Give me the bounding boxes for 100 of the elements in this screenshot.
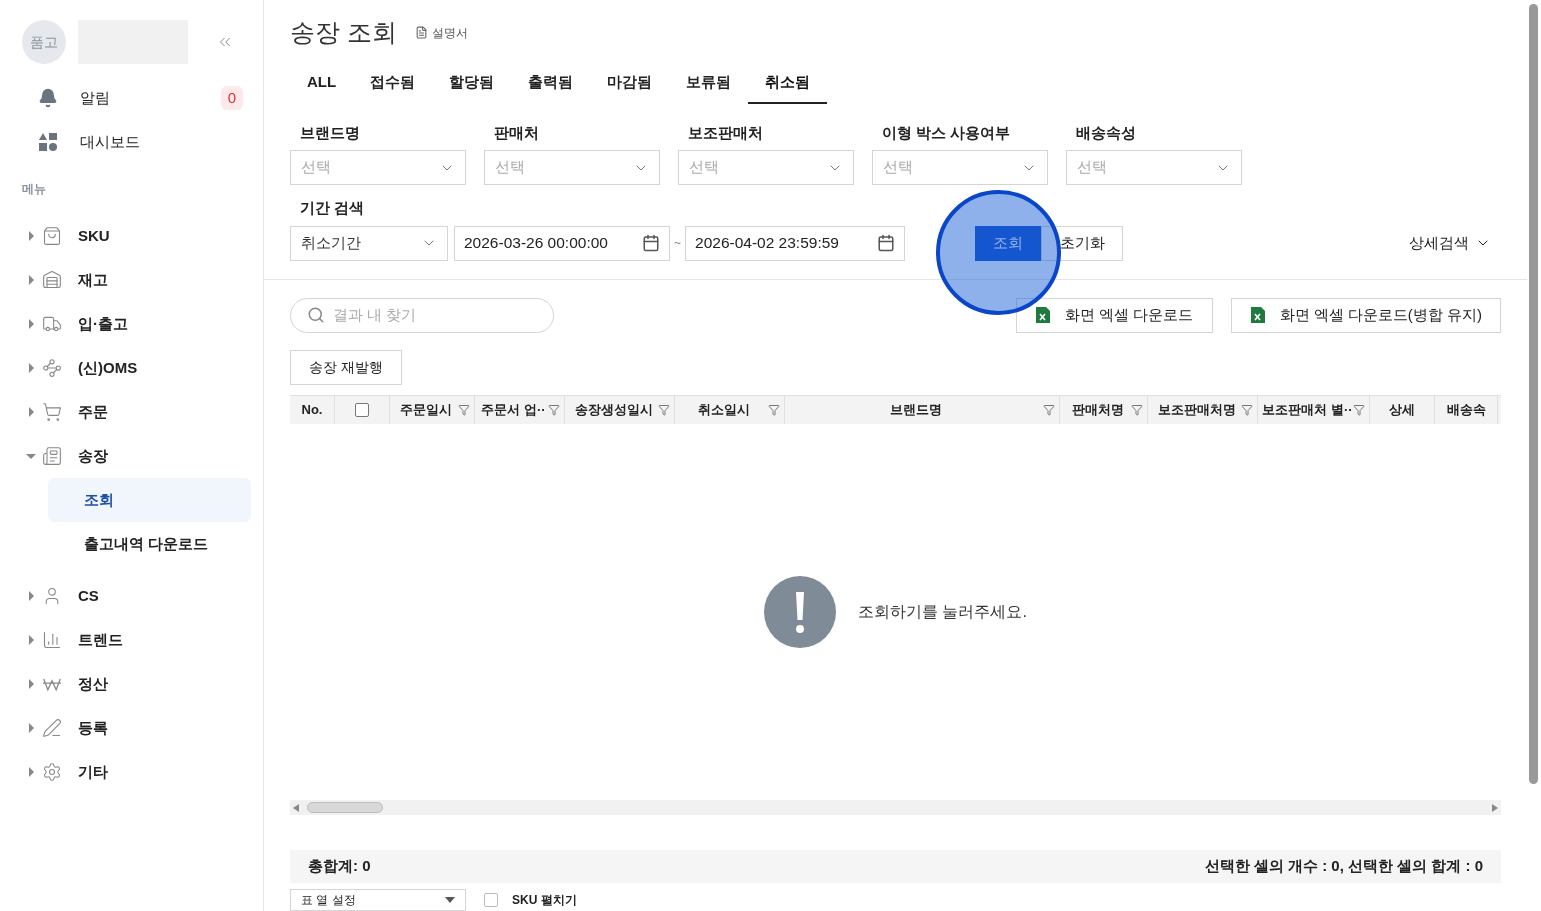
- menu-item[interactable]: 재고: [78, 268, 108, 292]
- caret-icon: [445, 897, 455, 903]
- menu-icon: [42, 226, 62, 246]
- empty-message: 조회하기를 눌러주세요.: [858, 601, 1027, 622]
- total-sum: 총합계: 0: [308, 856, 371, 877]
- manual-link[interactable]: 설명서: [431, 23, 468, 42]
- menu-icon: [42, 446, 62, 466]
- column-header[interactable]: 보조판매처명: [1148, 395, 1258, 424]
- section-label: 메뉴: [22, 181, 47, 198]
- menu-item[interactable]: 트렌드: [78, 628, 123, 652]
- menu-icon: [42, 358, 62, 378]
- filter-label: 이형 박스 사용여부: [882, 122, 1012, 143]
- range-separator: ~: [674, 235, 681, 252]
- column-header[interactable]: 배송속: [1435, 395, 1498, 424]
- spreadsheet-icon: [1249, 306, 1266, 324]
- column-header[interactable]: 브랜드명: [785, 395, 1060, 424]
- status-tab[interactable]: 접수됨: [353, 63, 433, 104]
- caret-icon[interactable]: [26, 451, 36, 461]
- menu-item[interactable]: SKU: [78, 224, 110, 248]
- submenu-item[interactable]: 출고내역 다운로드: [48, 522, 251, 566]
- menu-item[interactable]: CS: [78, 584, 99, 608]
- calendar-icon[interactable]: [877, 234, 895, 252]
- column-header[interactable]: 취소일시: [675, 395, 785, 424]
- menu-icon: [42, 402, 62, 422]
- filter-icon[interactable]: [658, 403, 670, 416]
- filter-label: 배송속성: [1076, 122, 1137, 143]
- caret-icon[interactable]: [26, 679, 36, 689]
- select-all-checkbox[interactable]: [355, 402, 369, 417]
- filter-icon[interactable]: [1043, 403, 1055, 416]
- menu-icon: [42, 630, 62, 650]
- filter-label: 브랜드명: [300, 122, 361, 143]
- alerts-count: 0: [220, 85, 243, 111]
- excel-download-button[interactable]: 화면 엑셀 다운로드: [1016, 297, 1213, 333]
- scroll-left-icon[interactable]: [293, 803, 299, 812]
- scroll-right-icon[interactable]: [1492, 803, 1498, 812]
- start-date-field[interactable]: 2026-03-26 00:00:00: [454, 225, 670, 261]
- dashboard-label[interactable]: 대시보드: [80, 130, 140, 154]
- menu-item[interactable]: (신)OMS: [78, 356, 138, 380]
- vertical-scrollbar[interactable]: [1529, 4, 1538, 784]
- sku-expand-label: SKU 펼치기: [512, 892, 577, 909]
- filter-icon[interactable]: [1131, 403, 1143, 416]
- selection-summary: 선택한 셀의 개수 : 0, 선택한 셀의 합계 : 0: [1204, 856, 1483, 877]
- advanced-search-toggle[interactable]: 상세검색: [1409, 231, 1491, 255]
- filter-icon[interactable]: [768, 403, 780, 416]
- filter-icon[interactable]: [1241, 403, 1253, 416]
- period-type-select[interactable]: 취소기간: [290, 225, 448, 261]
- menu-icon: [42, 762, 62, 782]
- filter-icon[interactable]: [1353, 403, 1365, 416]
- status-tab[interactable]: 마감됨: [590, 63, 670, 104]
- menu-item[interactable]: 기타: [78, 760, 108, 784]
- filter-label: 보조판매처: [688, 122, 764, 143]
- column-header[interactable]: 주문서 업··: [475, 395, 565, 424]
- shapes-icon: [38, 132, 58, 152]
- column-header[interactable]: 보조판매처 별··: [1258, 395, 1370, 424]
- caret-icon[interactable]: [26, 635, 36, 645]
- menu-item[interactable]: 입·출고: [78, 312, 128, 336]
- caret-icon[interactable]: [26, 275, 36, 285]
- bell-icon: [38, 88, 58, 108]
- menu-item[interactable]: 주문: [78, 400, 108, 424]
- period-label: 기간 검색: [300, 198, 366, 218]
- caret-icon[interactable]: [26, 363, 36, 373]
- status-tab[interactable]: ALL: [290, 63, 354, 104]
- status-tab[interactable]: 출력됨: [511, 63, 591, 104]
- column-header[interactable]: 송장생성일시: [565, 395, 675, 424]
- menu-item[interactable]: 정산: [78, 672, 108, 696]
- column-header[interactable]: 주문일시: [390, 395, 475, 424]
- status-tab[interactable]: 보류됨: [669, 63, 749, 104]
- horizontal-scrollbar[interactable]: [290, 800, 1501, 815]
- alerts-label[interactable]: 알림: [80, 86, 110, 110]
- page-title: 송장 조회: [290, 17, 397, 48]
- reset-button[interactable]: 초기화: [1041, 225, 1123, 261]
- status-tab[interactable]: 할당됨: [432, 63, 512, 104]
- search-icon: [307, 306, 325, 324]
- status-tab[interactable]: 취소됨: [748, 63, 828, 104]
- caret-icon[interactable]: [26, 723, 36, 733]
- caret-icon[interactable]: [26, 319, 36, 329]
- caret-icon[interactable]: [26, 767, 36, 777]
- submenu-item[interactable]: 조회: [48, 478, 251, 522]
- filter-icon[interactable]: [458, 403, 470, 416]
- reissue-button[interactable]: 송장 재발행: [290, 349, 402, 385]
- sku-expand-checkbox[interactable]: [484, 893, 498, 907]
- exclamation-icon: [764, 575, 837, 648]
- caret-icon[interactable]: [26, 591, 36, 601]
- menu-item[interactable]: 등록: [78, 716, 108, 740]
- menu-item[interactable]: 송장: [78, 444, 108, 468]
- calendar-icon[interactable]: [642, 234, 660, 252]
- column-header[interactable]: 상세: [1370, 395, 1435, 424]
- column-settings-select[interactable]: 표 열 설정: [290, 889, 466, 911]
- column-header[interactable]: 판매처명: [1060, 395, 1148, 424]
- caret-icon[interactable]: [26, 407, 36, 417]
- filter-label: 판매처: [494, 122, 540, 143]
- menu-icon: [42, 718, 62, 738]
- spreadsheet-icon: [1035, 306, 1052, 324]
- end-date-field[interactable]: 2026-04-02 23:59:59: [685, 225, 905, 261]
- menu-icon: [42, 270, 62, 290]
- menu-icon: [42, 314, 62, 334]
- caret-icon[interactable]: [26, 231, 36, 241]
- filter-icon[interactable]: [548, 403, 560, 416]
- excel-download-button[interactable]: 화면 엑셀 다운로드(병합 유지): [1230, 297, 1501, 333]
- column-header[interactable]: No.: [290, 395, 335, 424]
